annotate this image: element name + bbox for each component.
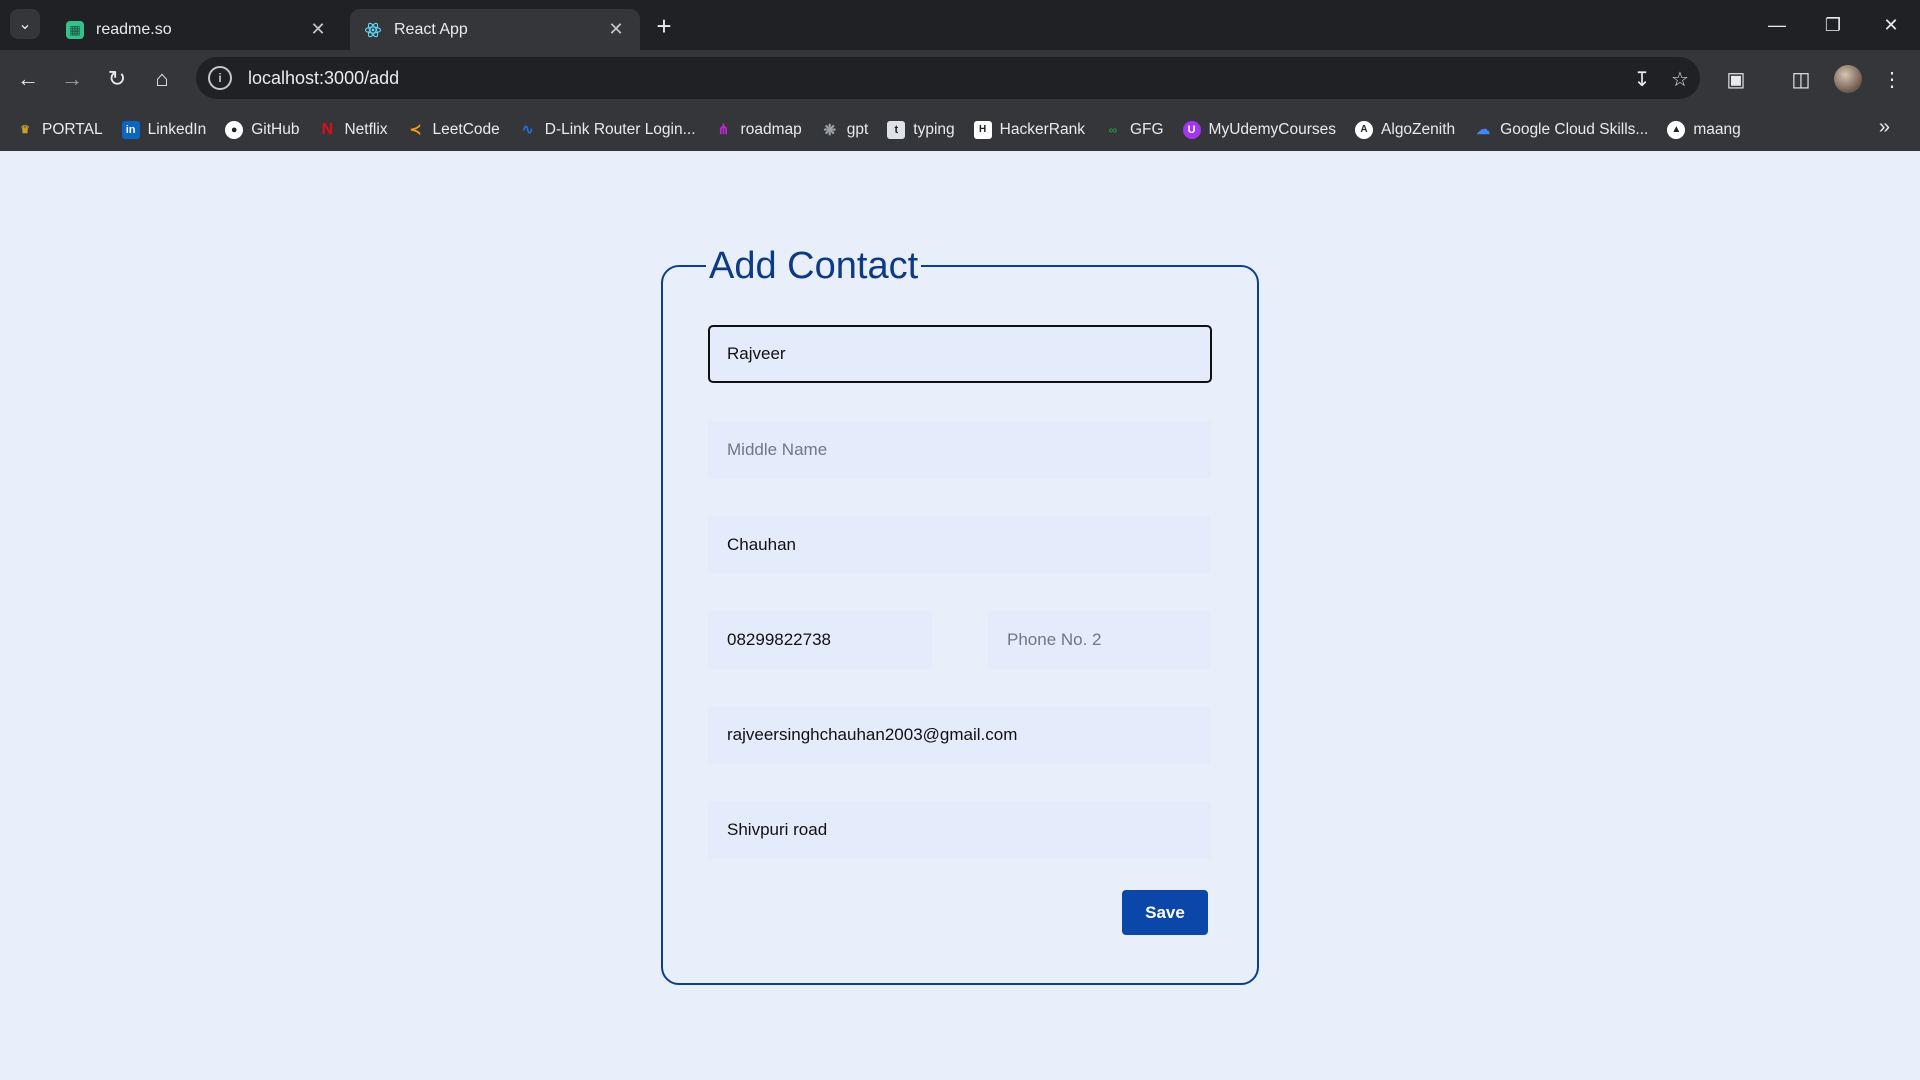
last-name-value: Chauhan (727, 535, 797, 554)
netflix-icon: N (321, 120, 334, 138)
udemy-icon: U (1182, 120, 1201, 139)
back-button[interactable]: ← (12, 63, 44, 95)
side-panel-icon: ◫ (1791, 68, 1811, 91)
readme-favicon: ▦ (66, 20, 84, 39)
bookmark-leetcode[interactable]: ≺ LeetCode (407, 121, 500, 139)
reload-button[interactable]: ↻ (101, 63, 133, 95)
react-favicon (364, 21, 382, 39)
last-name-input[interactable]: Chauhan (708, 516, 1211, 574)
hackerrank-icon: H (973, 120, 992, 139)
close-icon[interactable]: ✕ (606, 19, 626, 40)
tab-title: readme.so (96, 20, 172, 38)
phone-2-placeholder: Phone No. 2 (1007, 630, 1102, 649)
linkedin-icon: in (121, 120, 140, 139)
close-window-button[interactable]: ✕ (1866, 10, 1916, 40)
dlink-icon: ∿ (521, 121, 534, 137)
bookmark-udemy[interactable]: U MyUdemyCourses (1182, 120, 1336, 139)
puzzle-icon: ▣ (1726, 68, 1746, 91)
bookmark-google-cloud[interactable]: ☁ Google Cloud Skills... (1474, 121, 1648, 139)
save-button[interactable]: Save (1122, 890, 1208, 935)
gfg-icon: ∞ (1108, 122, 1118, 137)
chevron-down-icon: ⌄ (18, 16, 32, 33)
address-value: Shivpuri road (727, 820, 828, 839)
browser-chrome: ⌄ ▦ readme.so ✕ React App ✕ + — ❐ ✕ ← → … (0, 0, 1920, 151)
first-name-value: Rajveer (727, 344, 786, 363)
email-input[interactable]: rajveersinghchauhan2003@gmail.com (708, 706, 1211, 764)
more-vertical-icon: ⋮ (1882, 68, 1902, 91)
tab-readme[interactable]: ▦ readme.so ✕ (52, 9, 342, 50)
plus-icon: + (656, 10, 672, 41)
bookmark-star-icon[interactable]: ☆ (1666, 65, 1694, 93)
gpt-icon: ❋ (823, 121, 837, 139)
bookmarks-overflow-button[interactable]: » (1879, 116, 1890, 139)
leetcode-icon: ≺ (409, 121, 422, 137)
extensions-button[interactable]: ▣ (1720, 63, 1752, 95)
portal-icon: ♛ (20, 124, 30, 136)
bookmark-github[interactable]: ● GitHub (225, 120, 299, 139)
new-tab-button[interactable]: + (650, 10, 678, 41)
first-name-input[interactable]: Rajveer (708, 325, 1212, 383)
algozenith-icon: A (1355, 120, 1374, 139)
middle-name-input[interactable]: Middle Name (708, 421, 1211, 479)
phone-2-input[interactable]: Phone No. 2 (988, 611, 1211, 669)
github-icon: ● (225, 120, 244, 139)
arrow-right-icon: → (61, 66, 83, 91)
bookmark-hackerrank[interactable]: H HackerRank (973, 120, 1085, 139)
roadmap-icon: ⋔ (717, 121, 730, 137)
forward-button[interactable]: → (56, 63, 88, 95)
bookmark-gfg[interactable]: ∞ GFG (1104, 121, 1164, 139)
close-icon[interactable]: ✕ (308, 19, 328, 40)
typing-icon: t (887, 120, 906, 139)
bookmark-maang[interactable]: ▲ maang (1667, 120, 1741, 139)
bookmark-algozenith[interactable]: A AlgoZenith (1355, 120, 1455, 139)
bookmark-roadmap[interactable]: ⋔ roadmap (715, 121, 802, 139)
google-cloud-icon: ☁ (1476, 121, 1491, 137)
menu-button[interactable]: ⋮ (1876, 63, 1908, 95)
minimize-button[interactable]: — (1752, 10, 1802, 40)
bookmark-portal[interactable]: ♛ PORTAL (16, 121, 103, 139)
phone-1-value: 08299822738 (727, 630, 832, 649)
bookmark-typing[interactable]: t typing (887, 120, 955, 139)
site-info-icon[interactable]: i (208, 66, 232, 90)
profile-avatar[interactable] (1834, 65, 1862, 93)
address-bar[interactable]: i localhost:3000/add ↧ ☆ (196, 57, 1700, 99)
maang-icon: ▲ (1667, 120, 1686, 139)
install-app-icon[interactable]: ↧ (1628, 65, 1656, 93)
reload-icon: ↻ (107, 66, 127, 91)
home-icon: ⌂ (155, 66, 169, 91)
tab-react-app[interactable]: React App ✕ (350, 9, 640, 50)
bookmarks-bar: ♛ PORTAL in LinkedIn ● GitHub N Netflix ≺ Lee… (0, 108, 1920, 151)
email-value: rajveersinghchauhan2003@gmail.com (727, 725, 1018, 744)
home-button[interactable]: ⌂ (146, 63, 178, 95)
restore-button[interactable]: ❐ (1808, 10, 1858, 40)
tab-title: React App (394, 20, 468, 38)
middle-name-placeholder: Middle Name (727, 440, 828, 459)
side-panel-button[interactable]: ◫ (1785, 63, 1817, 95)
address-input[interactable]: Shivpuri road (708, 801, 1211, 859)
tab-search-button[interactable]: ⌄ (10, 9, 40, 39)
bookmark-dlink[interactable]: ∿ D-Link Router Login... (519, 121, 696, 139)
form-title: Add Contact (706, 242, 922, 290)
tab-strip: ⌄ ▦ readme.so ✕ React App ✕ + — ❐ ✕ (0, 0, 1920, 50)
phone-1-input[interactable]: 08299822738 (708, 611, 932, 669)
toolbar: ← → ↻ ⌂ i localhost:3000/add ↧ ☆ ▣ ◫ ⋮ (0, 50, 1920, 108)
url-text: localhost:3000/add (248, 67, 400, 88)
bookmark-netflix[interactable]: N Netflix (318, 120, 388, 139)
bookmark-linkedin[interactable]: in LinkedIn (121, 120, 206, 139)
bookmark-gpt[interactable]: ❋ gpt (821, 121, 868, 139)
double-chevron-right-icon: » (1878, 116, 1890, 138)
arrow-left-icon: ← (17, 66, 39, 91)
